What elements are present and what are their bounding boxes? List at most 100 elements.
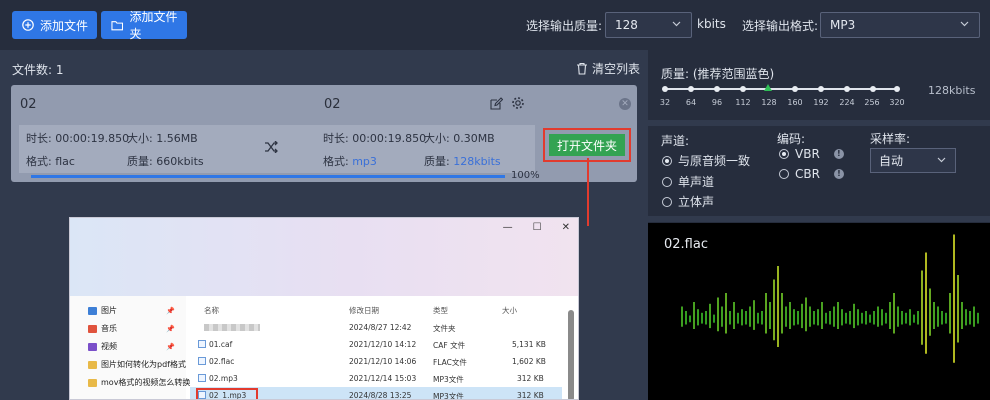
nav-item-music[interactable]: 音乐 📌 (88, 323, 175, 334)
toolbar: 添加文件 添加文件夹 选择输出质量: 128 kbits 选择输出格式: MP3 (0, 0, 990, 50)
add-file-button[interactable]: 添加文件 (12, 11, 97, 39)
file-icon (198, 340, 206, 348)
info-icon[interactable]: ! (833, 169, 844, 179)
nav-item-folder[interactable]: 图片如何转化为pdf格式 (88, 359, 186, 370)
slider-stop[interactable] (740, 86, 746, 92)
tick-label: 224 (839, 98, 855, 107)
chevron-down-icon (937, 157, 946, 163)
file-row-selected[interactable]: 02_1.mp3 2024/8/28 13:25 MP3文件 312 KB (190, 387, 562, 399)
file-row[interactable]: 02.mp3 2021/12/14 15:03 MP3文件 312 KB (190, 370, 562, 386)
add-folder-label: 添加文件夹 (129, 10, 178, 41)
pictures-icon (88, 306, 97, 315)
radio-cbr[interactable]: CBR! (779, 167, 844, 181)
chevron-down-icon (672, 21, 681, 27)
audio-file-icon (198, 357, 206, 365)
divider (648, 120, 990, 126)
tick-label: 256 (864, 98, 880, 107)
radio-mono[interactable]: 单声道 (662, 173, 714, 190)
samplerate-value: 自动 (879, 154, 904, 168)
file-info-row: 时长: 00:00:19.850 大小: 1.56MB 格式: flac 质量:… (19, 125, 535, 173)
slider-stop[interactable] (870, 86, 876, 92)
scrollbar[interactable] (568, 310, 574, 399)
tick-label: 160 (787, 98, 803, 107)
open-folder-button[interactable]: 打开文件夹 (549, 134, 625, 156)
tick-label: 112 (735, 98, 751, 107)
slider-stop[interactable] (894, 86, 900, 92)
waveform-preview: 02.flac (648, 223, 990, 400)
nav-item-pictures[interactable]: 图片 📌 (88, 305, 175, 316)
encoding-label: 编码: (777, 132, 806, 146)
clear-list-label: 清空列表 (592, 62, 641, 76)
source-file-name: 02 (20, 97, 37, 112)
slider-stop[interactable] (662, 86, 668, 92)
gear-icon[interactable] (511, 96, 525, 110)
minimize-icon[interactable]: — (503, 222, 513, 233)
file-count: 文件数: 1 (12, 63, 64, 77)
slider-stop[interactable] (844, 86, 850, 92)
radio-vbr[interactable]: VBR! (779, 147, 844, 161)
quality-unit: kbits (697, 17, 726, 31)
tick-label: 192 (813, 98, 829, 107)
column-name[interactable]: 名称 (204, 305, 219, 316)
radio-same-as-source[interactable]: 与原音频一致 (662, 152, 750, 169)
chevron-down-icon (960, 21, 969, 27)
file-explorer-window: — ☐ ✕ 图片 📌 音乐 📌 视频 📌 图片如何转化为pdf格式 mov格式的视频怎… (69, 217, 579, 400)
music-icon (88, 324, 97, 333)
tick-label: 320 (889, 98, 905, 107)
explorer-file-list: 名称 修改日期 类型 大小 2024/8/27 12:42 文件夹 01.caf… (190, 296, 578, 399)
folder-icon (88, 378, 97, 387)
convert-arrows-icon (265, 141, 278, 153)
nav-item-folder[interactable]: mov格式的视频怎么转换 (88, 377, 190, 388)
radio-unchecked-icon (662, 176, 672, 187)
settings-panel: 质量: (推荐范围蓝色) 32 64 96 112 128 160 192 22… (648, 50, 990, 400)
progress-percent: 100% (511, 170, 540, 181)
quality-select[interactable]: 128 (605, 12, 692, 38)
remove-file-icon[interactable]: ✕ (619, 98, 631, 110)
output-quality: 质量: 128kbits (424, 155, 501, 168)
radio-stereo[interactable]: 立体声 (662, 193, 714, 210)
quality-select-label: 选择输出质量: (526, 19, 603, 33)
slider-knob[interactable] (764, 84, 772, 91)
column-date[interactable]: 修改日期 (349, 305, 379, 316)
slider-stop[interactable] (688, 86, 694, 92)
explorer-nav-pane: 图片 📌 音乐 📌 视频 📌 图片如何转化为pdf格式 mov格式的视频怎么转换 (70, 296, 190, 399)
file-row[interactable]: 02.flac 2021/12/10 14:06 FLAC文件 1,602 KB (190, 353, 562, 369)
plus-circle-icon (22, 19, 34, 31)
add-folder-button[interactable]: 添加文件夹 (101, 10, 187, 41)
nav-item-videos[interactable]: 视频 📌 (88, 341, 175, 352)
file-row[interactable]: 01.caf 2021/12/10 14:12 CAF 文件 5,131 KB (190, 336, 562, 352)
blurred-filename (204, 324, 260, 331)
tick-label: 32 (659, 98, 671, 107)
column-type[interactable]: 类型 (433, 305, 448, 316)
slider-stop[interactable] (792, 86, 798, 92)
selection-highlight (196, 388, 258, 399)
annotation-line (587, 158, 589, 226)
tick-label: 64 (685, 98, 697, 107)
progress-bar (31, 175, 505, 178)
close-icon[interactable]: ✕ (562, 222, 570, 233)
edit-icon[interactable] (490, 97, 503, 110)
pin-icon: 📌 (166, 306, 175, 315)
maximize-icon[interactable]: ☐ (533, 222, 542, 233)
quality-readout: 128kbits (928, 84, 976, 97)
slider-stop[interactable] (818, 86, 824, 92)
quality-slider[interactable] (665, 88, 897, 90)
clear-list-button[interactable]: 清空列表 (576, 60, 640, 77)
slider-stop[interactable] (714, 86, 720, 92)
pin-icon: 📌 (166, 342, 175, 351)
output-size: 大小: 0.30MB (424, 132, 495, 145)
explorer-titlebar: — ☐ ✕ (70, 218, 578, 296)
file-row[interactable]: 2024/8/27 12:42 文件夹 (190, 319, 562, 335)
channel-label: 声道: (661, 134, 690, 148)
audio-file-icon (198, 374, 206, 382)
open-folder-highlight: 打开文件夹 (543, 128, 631, 162)
format-select[interactable]: MP3 (820, 12, 980, 38)
trash-icon (577, 62, 587, 75)
info-icon[interactable]: ! (833, 149, 844, 159)
file-card: 02 02 ✕ 时长: 00:00:19.850 大小: 1.56MB 格式: … (11, 85, 637, 182)
source-duration: 时长: 00:00:19.850 (26, 132, 130, 145)
divider (648, 216, 990, 222)
source-quality: 质量: 660kbits (127, 155, 204, 168)
samplerate-select[interactable]: 自动 (870, 148, 956, 173)
column-size[interactable]: 大小 (502, 305, 517, 316)
